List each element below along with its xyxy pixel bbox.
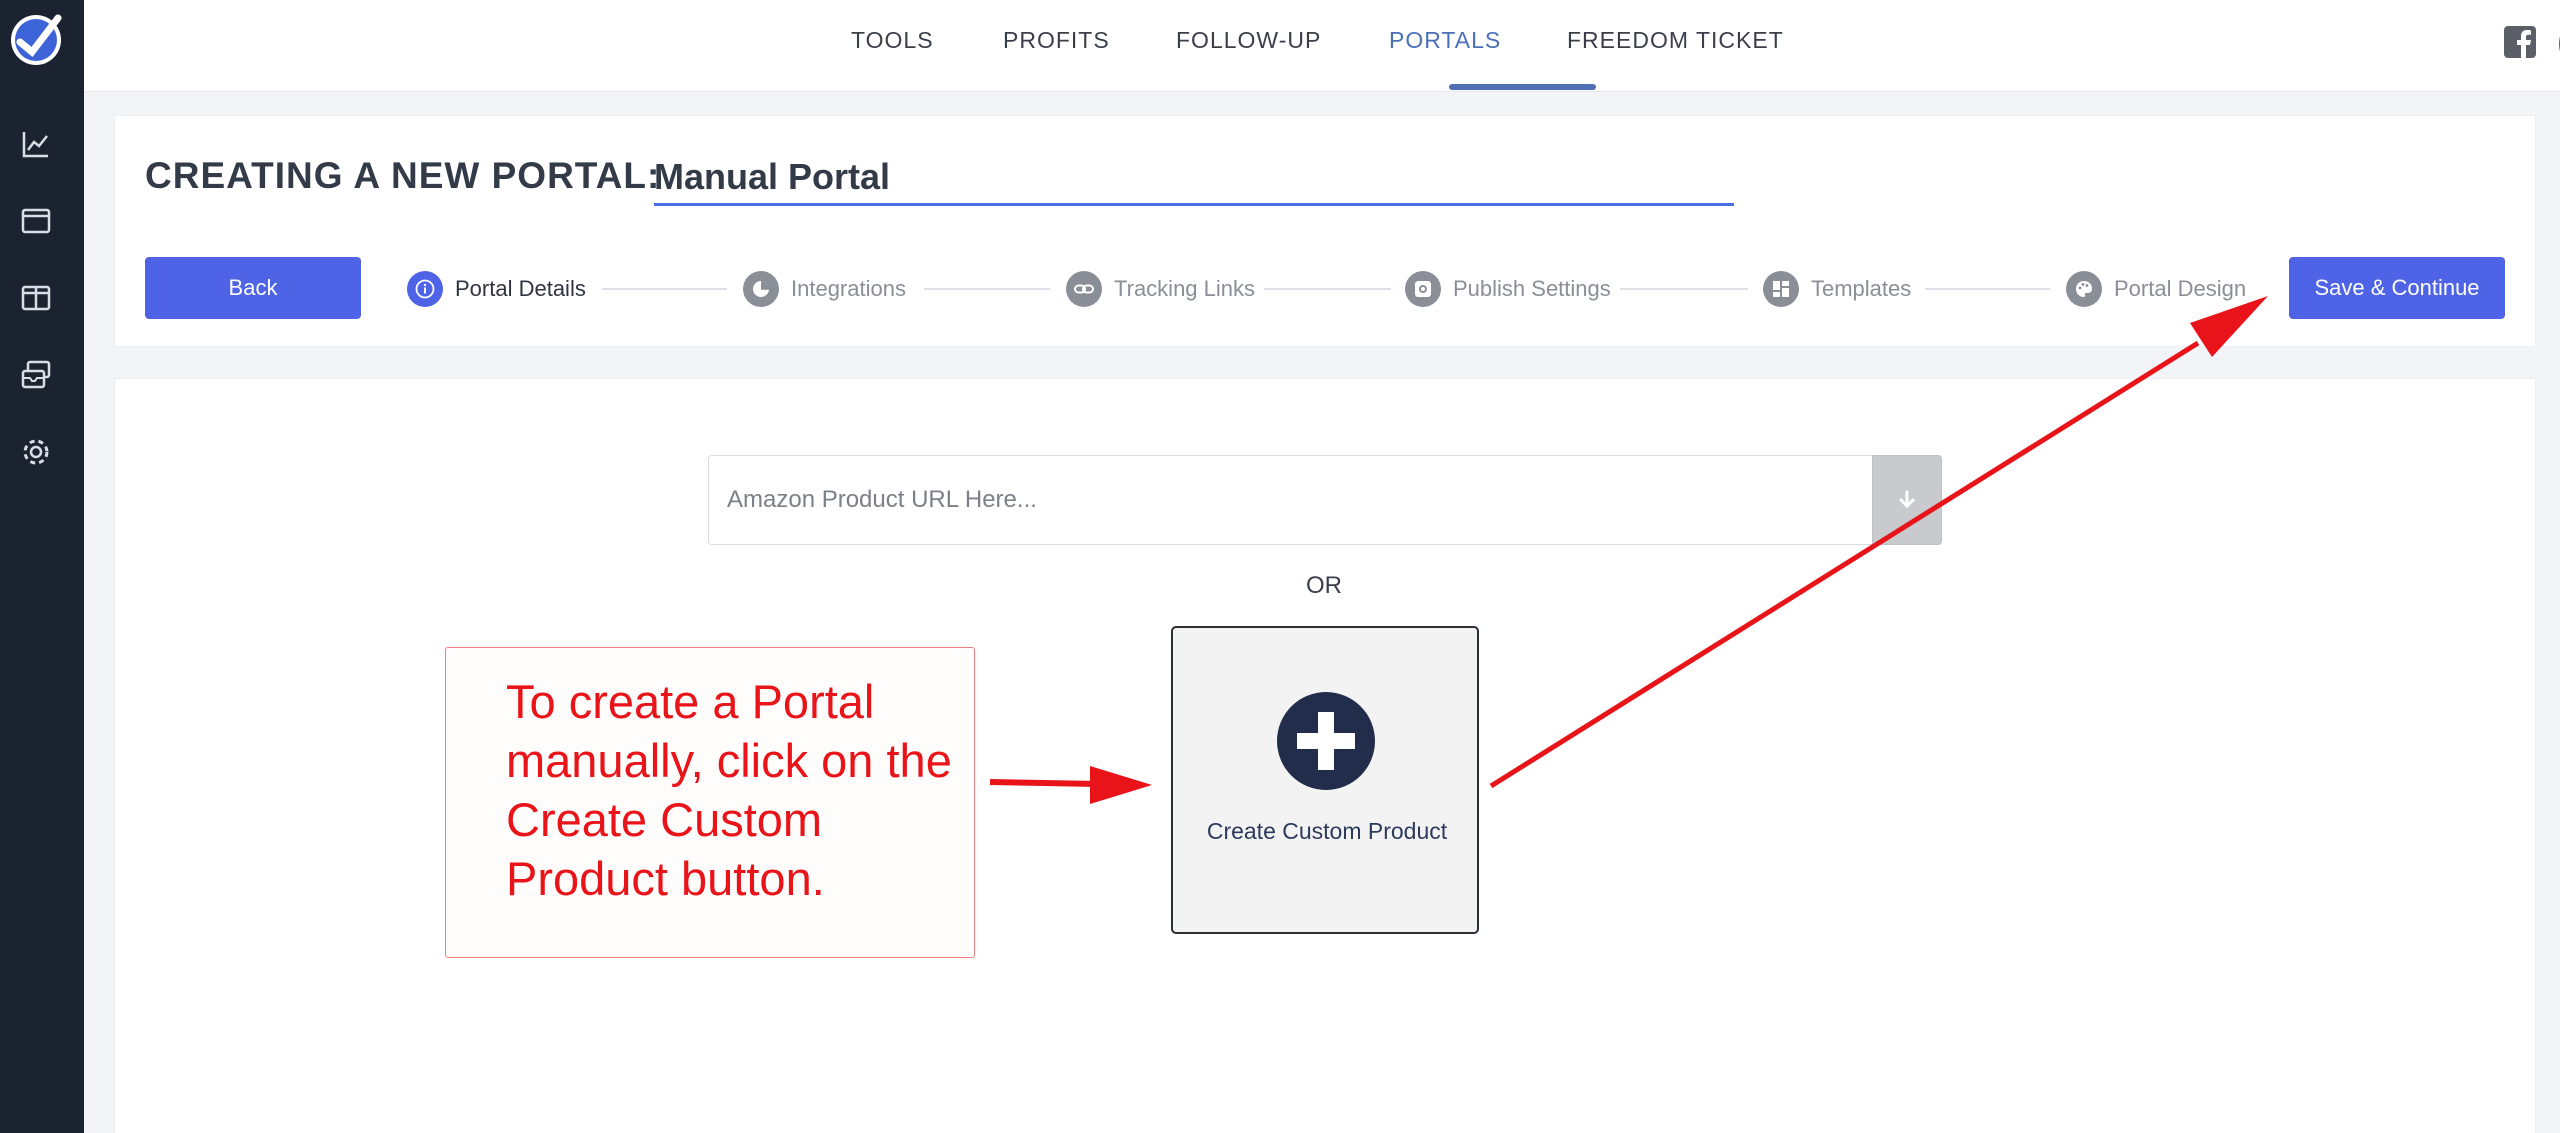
plus-icon — [1277, 692, 1375, 790]
amazon-url-input[interactable] — [708, 455, 1873, 545]
instruction-callout: To create a Portal manually, click on th… — [445, 647, 975, 958]
step-label: Publish Settings — [1453, 276, 1611, 301]
link-icon — [1066, 271, 1102, 307]
nav-portals[interactable]: PORTALS — [1389, 27, 1501, 54]
callout-text: To create a Portal manually, click on th… — [506, 675, 952, 905]
palette-icon — [2066, 271, 2102, 307]
pie-chart-icon — [743, 271, 779, 307]
step-templates[interactable]: Templates — [1763, 270, 1911, 308]
step-label: Portal Details — [455, 276, 586, 301]
sidebar — [0, 0, 84, 1133]
gear-icon[interactable] — [18, 434, 54, 470]
chart-icon[interactable] — [18, 126, 54, 162]
grid-layout-icon — [1763, 271, 1799, 307]
facebook-icon[interactable] — [2502, 24, 2538, 60]
step-connector — [924, 288, 1050, 290]
browser-window-icon[interactable] — [18, 203, 54, 239]
step-integrations[interactable]: Integrations — [743, 270, 906, 308]
settings-box-icon — [1405, 271, 1441, 307]
page-title: CREATING A NEW PORTAL: — [145, 155, 661, 196]
step-connector — [1264, 288, 1391, 290]
nav-freedom-ticket[interactable]: FREEDOM TICKET — [1567, 27, 1784, 54]
fetch-product-button[interactable] — [1872, 455, 1942, 545]
arrow-down-icon — [1899, 490, 1915, 509]
active-tab-indicator — [1449, 84, 1596, 90]
step-publish-settings[interactable]: Publish Settings — [1405, 270, 1611, 308]
step-label: Integrations — [791, 276, 906, 301]
create-custom-product-button[interactable]: Create Custom Product — [1171, 626, 1479, 934]
back-button[interactable]: Back — [145, 257, 361, 319]
step-connector — [1925, 288, 2050, 290]
step-connector — [1620, 288, 1748, 290]
create-custom-product-label: Create Custom Product — [1206, 818, 1448, 844]
inbox-stack-icon[interactable] — [18, 357, 54, 393]
step-portal-design[interactable]: Portal Design — [2066, 270, 2246, 308]
step-label: Portal Design — [2114, 276, 2247, 301]
top-navigation: TOOLS PROFITS FOLLOW-UP PORTALS FREEDOM … — [84, 0, 2560, 92]
info-icon — [407, 271, 443, 307]
nav-profits[interactable]: PROFITS — [1003, 27, 1110, 54]
or-divider-text: OR — [1306, 572, 1342, 599]
nav-follow-up[interactable]: FOLLOW-UP — [1176, 27, 1321, 54]
portal-name-input[interactable] — [654, 150, 1734, 206]
step-label: Templates — [1811, 276, 1912, 301]
step-portal-details[interactable]: Portal Details — [407, 270, 586, 308]
nav-tools[interactable]: TOOLS — [851, 27, 934, 54]
save-continue-button[interactable]: Save & Continue — [2289, 257, 2505, 319]
step-connector — [602, 288, 727, 290]
step-label: Tracking Links — [1114, 276, 1256, 301]
step-tracking-links[interactable]: Tracking Links — [1066, 270, 1255, 308]
logo-icon[interactable] — [6, 10, 66, 70]
columns-icon[interactable] — [18, 280, 54, 316]
